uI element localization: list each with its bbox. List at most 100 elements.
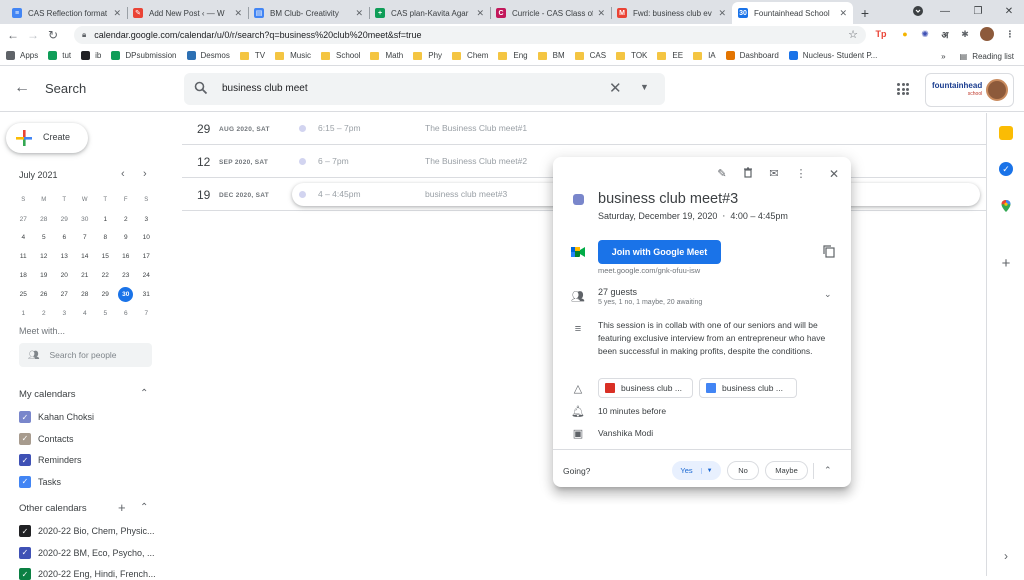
add-other-calendar-icon[interactable]: + xyxy=(118,500,126,515)
mini-calendar-day[interactable]: 12 xyxy=(34,247,55,266)
reading-list-link[interactable]: Reading list xyxy=(972,52,1014,61)
collapse-my-calendars-icon[interactable]: ⌃ xyxy=(140,388,148,399)
close-tab-icon[interactable]: ✕ xyxy=(476,8,484,19)
back-arrow-icon[interactable]: ← xyxy=(14,79,30,97)
reading-list-icon[interactable]: ▤ xyxy=(960,52,968,61)
tasks-icon[interactable]: ✓ xyxy=(999,162,1013,176)
bookmark-item[interactable]: IA xyxy=(693,51,716,60)
mini-calendar-day[interactable]: 6 xyxy=(54,229,75,248)
bookmark-item[interactable]: EE xyxy=(657,51,683,60)
mini-calendar-day[interactable]: 1 xyxy=(13,304,34,323)
browser-tab[interactable]: 30 Fountainhead School ✕ xyxy=(732,2,853,24)
search-box[interactable]: business club meet ✕ ▼ xyxy=(184,73,665,105)
search-people-input[interactable]: 👥︎ Search for people xyxy=(19,343,152,367)
mini-calendar-day[interactable]: 27 xyxy=(13,210,34,229)
maximize-icon[interactable]: ❐ xyxy=(963,0,993,22)
mini-calendar-day[interactable]: 7 xyxy=(75,229,96,248)
address-bar[interactable]: 🔒︎ calendar.google.com/calendar/u/0/r/se… xyxy=(74,26,866,44)
checkbox-icon[interactable]: ✓ xyxy=(19,546,31,559)
bookmark-item[interactable]: Music xyxy=(275,51,311,60)
browser-tab[interactable]: ▤ BM Club- Creativity ✕ xyxy=(248,2,369,24)
mini-calendar-day[interactable]: 11 xyxy=(13,247,34,266)
mini-calendar-day[interactable]: 22 xyxy=(95,266,116,285)
bookmark-item[interactable]: Desmos xyxy=(186,51,230,60)
copy-link-icon[interactable] xyxy=(823,245,835,258)
close-tab-icon[interactable]: ✕ xyxy=(113,8,121,19)
bookmark-item[interactable]: Dashboard xyxy=(725,51,779,60)
mini-calendar-day[interactable]: 2 xyxy=(116,210,137,229)
clear-search-icon[interactable]: ✕ xyxy=(609,79,622,97)
more-options-icon[interactable]: ⋮ xyxy=(794,167,808,180)
extension-gear-icon[interactable]: ✺ xyxy=(918,27,932,41)
bookmark-item[interactable]: ib xyxy=(81,51,101,60)
mini-calendar-day[interactable]: 25 xyxy=(13,285,34,304)
mini-calendar-day[interactable]: 30 xyxy=(116,285,137,304)
mini-calendar-day[interactable]: 29 xyxy=(95,285,116,304)
google-apps-icon[interactable] xyxy=(897,83,909,95)
bookmark-star-icon[interactable]: ☆ xyxy=(848,28,858,41)
mini-calendar-day[interactable]: 16 xyxy=(116,247,137,266)
mini-calendar-day[interactable]: 27 xyxy=(54,285,75,304)
bookmark-item[interactable]: tut xyxy=(48,51,71,60)
mini-calendar-day[interactable]: 15 xyxy=(95,247,116,266)
mini-calendar-day[interactable]: 1 xyxy=(95,210,116,229)
mini-calendar-day[interactable]: 5 xyxy=(34,229,55,248)
prev-month-icon[interactable]: ‹ xyxy=(121,168,125,180)
attachment-doc[interactable]: business club ... xyxy=(699,378,797,398)
close-tab-icon[interactable]: ✕ xyxy=(355,8,363,19)
calendar-list-item[interactable]: ✓ Reminders xyxy=(19,454,82,466)
calendar-list-item[interactable]: ✓ Kahan Choksi xyxy=(19,411,94,423)
checkbox-icon[interactable]: ✓ xyxy=(19,411,31,423)
mini-calendar-day[interactable]: 6 xyxy=(116,304,137,323)
mini-calendar-day[interactable]: 28 xyxy=(34,210,55,229)
maps-icon[interactable] xyxy=(999,199,1013,213)
mini-calendar-day[interactable]: 13 xyxy=(54,247,75,266)
calendar-list-item[interactable]: ✓ Tasks xyxy=(19,475,61,488)
bookmark-item[interactable]: Eng xyxy=(498,51,528,60)
extensions-puzzle-icon[interactable]: ✱ xyxy=(958,27,972,41)
browser-tab[interactable]: M Fwd: business club ev ✕ xyxy=(611,2,732,24)
show-side-panel-icon[interactable]: › xyxy=(999,549,1013,563)
mini-calendar-day[interactable]: 10 xyxy=(136,229,157,248)
mini-calendar-day[interactable]: 7 xyxy=(136,304,157,323)
mini-calendar-day[interactable]: 2 xyxy=(34,304,55,323)
checkbox-icon[interactable]: ✓ xyxy=(19,525,31,537)
mini-calendar-day[interactable]: 4 xyxy=(75,304,96,323)
create-button[interactable]: Create xyxy=(6,123,88,153)
mini-calendar-day[interactable]: 17 xyxy=(136,247,157,266)
mini-calendar-day[interactable]: 26 xyxy=(34,285,55,304)
meet-link[interactable]: meet.google.com/gnk-ofuu-isw xyxy=(598,266,700,275)
checkbox-icon[interactable]: ✓ xyxy=(19,432,31,445)
bookmark-item[interactable]: School xyxy=(320,51,360,60)
edit-event-icon[interactable]: ✎ xyxy=(715,167,729,180)
bookmark-item[interactable]: CAS xyxy=(574,51,606,60)
checkbox-icon[interactable]: ✓ xyxy=(19,568,31,580)
calendar-list-item[interactable]: ✓ 2020-22 Eng, Hindi, French... xyxy=(19,568,156,580)
join-meet-button[interactable]: Join with Google Meet xyxy=(598,240,721,264)
get-addons-icon[interactable]: + xyxy=(999,256,1013,271)
close-tab-icon[interactable]: ✕ xyxy=(718,8,726,19)
bookmark-item[interactable]: TOK xyxy=(616,51,647,60)
extension-badge-icon[interactable]: ● xyxy=(898,27,912,41)
mini-calendar-day[interactable]: 24 xyxy=(136,266,157,285)
calendar-list-item[interactable]: ✓ 2020-22 Bio, Chem, Physic... xyxy=(19,525,155,537)
browser-tab[interactable]: ≡ CAS Reflection format ✕ xyxy=(6,2,127,24)
extension-tp-icon[interactable]: Tp xyxy=(874,27,888,41)
close-tab-icon[interactable]: ✕ xyxy=(839,8,847,19)
bookmark-item[interactable]: Math xyxy=(370,51,403,60)
mini-calendar-day[interactable]: 8 xyxy=(95,229,116,248)
result-title[interactable]: business club meet#3 xyxy=(425,189,507,199)
mini-calendar-day[interactable]: 4 xyxy=(13,229,34,248)
calendar-list-item[interactable]: ✓ 2020-22 BM, Eco, Psycho, ... xyxy=(19,546,155,559)
bookmark-item[interactable]: BM xyxy=(537,51,565,60)
close-tab-icon[interactable]: ✕ xyxy=(597,8,605,19)
mini-calendar-day[interactable]: 20 xyxy=(54,266,75,285)
rsvp-options-icon[interactable]: ▼ xyxy=(700,467,713,474)
minimize-icon[interactable]: — xyxy=(930,0,960,22)
bookmark-item[interactable]: Nucleus- Student P... xyxy=(788,51,877,60)
collapse-other-calendars-icon[interactable]: ⌃ xyxy=(140,502,148,513)
attachment-video[interactable]: business club ... xyxy=(598,378,693,398)
forward-nav-icon[interactable]: → xyxy=(23,25,43,45)
expand-guests-icon[interactable]: ⌄ xyxy=(824,289,832,300)
mini-calendar-day[interactable]: 29 xyxy=(54,210,75,229)
